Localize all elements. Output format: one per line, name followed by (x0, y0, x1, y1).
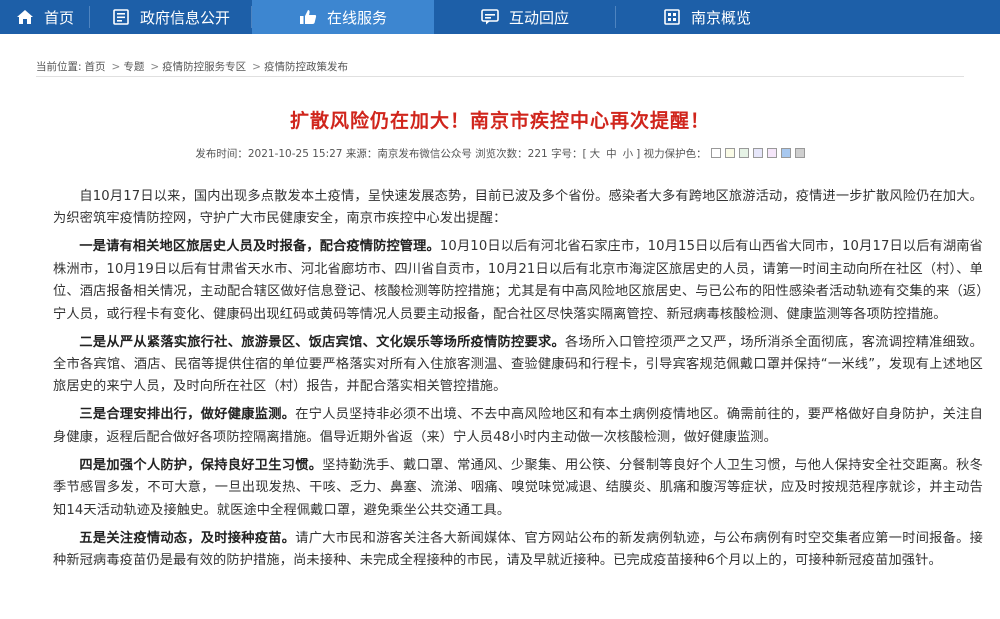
page-title: 扩散风险仍在加大！南京市疾控中心再次提醒！ (289, 110, 710, 132)
view-count: 浏览次数：221 (475, 148, 548, 160)
article-meta: 发布时间：2021-10-25 15:27 来源：南京发布微信公众号 浏览次数：… (0, 146, 1000, 161)
eye-color-swatches (707, 148, 805, 160)
eye-color-swatch[interactable] (710, 148, 721, 158)
breadcrumb-item-topic[interactable]: 专题 (123, 61, 144, 73)
article-paragraph: 自10月17日以来，国内出现多点散发本土疫情，呈快速发展态势，目前已波及多个省份… (53, 186, 983, 231)
nav-item-label: 政府信息公开 (139, 8, 230, 27)
paragraph-lead: 五是关注疫情动态，及时接种疫苗。 (79, 530, 296, 546)
font-size-small-button[interactable]: 小 (623, 148, 634, 160)
article-paragraph: 三是合理安排出行，做好健康监测。在宁人员坚持非必须不出境、不去中高风险地区和有本… (53, 404, 983, 449)
publish-date: 发布时间：2021-10-25 15:27 (195, 148, 343, 160)
font-size-medium-button[interactable]: 中 (606, 148, 617, 160)
document-icon (112, 9, 130, 25)
building-icon (663, 9, 681, 25)
eye-color-swatch[interactable] (738, 148, 749, 158)
article-paragraph: 一是请有相关地区旅居史人员及时报备，配合疫情防控管理。10月10日以后有河北省石… (53, 236, 983, 326)
article-paragraph: 二是从严从紧落实旅行社、旅游景区、饭店宾馆、文化娱乐等场所疫情防控要求。各场所入… (53, 332, 983, 399)
breadcrumb-separator: > (252, 61, 261, 73)
nav-item-label: 互动回应 (508, 8, 569, 27)
eye-protection-label: 视力保护色： (643, 148, 707, 160)
article-paragraph: 四是加强个人防护，保持良好卫生习惯。坚持勤洗手、戴口罩、常通风、少聚集、用公筷、… (53, 455, 983, 522)
breadcrumb-prefix: 当前位置: (36, 61, 82, 73)
eye-color-swatch[interactable] (766, 148, 777, 158)
paragraph-lead: 二是从严从紧落实旅行社、旅游景区、饭店宾馆、文化娱乐等场所疫情防控要求。 (79, 334, 565, 350)
breadcrumb-item-epidemic-zone[interactable]: 疫情防控服务专区 (162, 61, 246, 73)
breadcrumb-item-home[interactable]: 首页 (85, 61, 106, 73)
thumbs-up-icon (299, 9, 317, 25)
nav-item-interaction[interactable]: 互动回应 (434, 0, 616, 34)
nav-item-label: 首页 (43, 8, 74, 27)
article-source: 来源：南京发布微信公众号 (345, 148, 472, 160)
eye-color-swatch[interactable] (752, 148, 763, 158)
breadcrumb: 当前位置: 首页 > 专题 > 疫情防控服务专区 > 疫情防控政策发布 (36, 59, 351, 74)
nav-item-online-service[interactable]: 在线服务 (252, 0, 434, 34)
paragraph-text: 自10月17日以来，国内出现多点散发本土疫情，呈快速发展态势，目前已波及多个省份… (53, 189, 983, 227)
nav-item-nanjing-overview[interactable]: 南京概览 (616, 0, 798, 34)
font-size-label: 字号：[ (551, 148, 587, 160)
top-nav: 首页 政府信息公开 在线服务 互动回应 南京概览 (0, 0, 1000, 34)
home-icon (16, 9, 34, 25)
nav-item-label: 在线服务 (326, 8, 387, 27)
nav-item-home[interactable]: 首页 (0, 0, 90, 34)
eye-color-swatch[interactable] (794, 148, 805, 158)
paragraph-lead: 四是加强个人防护，保持良好卫生习惯。 (79, 457, 323, 473)
nav-item-label: 南京概览 (690, 8, 751, 27)
nav-item-gov-info[interactable]: 政府信息公开 (90, 0, 252, 34)
chat-icon (481, 9, 499, 25)
eye-color-swatch[interactable] (724, 148, 735, 158)
font-size-close: ] (636, 148, 641, 160)
eye-color-swatch[interactable] (780, 148, 791, 158)
breadcrumb-separator: > (150, 61, 160, 73)
paragraph-lead: 一是请有相关地区旅居史人员及时报备，配合疫情防控管理。 (79, 239, 440, 255)
article-paragraph: 五是关注疫情动态，及时接种疫苗。请广大市民和游客关注各大新闻媒体、官方网站公布的… (53, 528, 983, 573)
breadcrumb-separator: > (111, 61, 121, 73)
breadcrumb-divider (36, 76, 964, 77)
paragraph-lead: 三是合理安排出行，做好健康监测。 (79, 407, 296, 423)
breadcrumb-item-policy[interactable]: 疫情防控政策发布 (264, 61, 348, 73)
article-body: 自10月17日以来，国内出现多点散发本土疫情，呈快速发展态势，目前已波及多个省份… (53, 186, 983, 578)
font-size-large-button[interactable]: 大 (590, 148, 601, 160)
